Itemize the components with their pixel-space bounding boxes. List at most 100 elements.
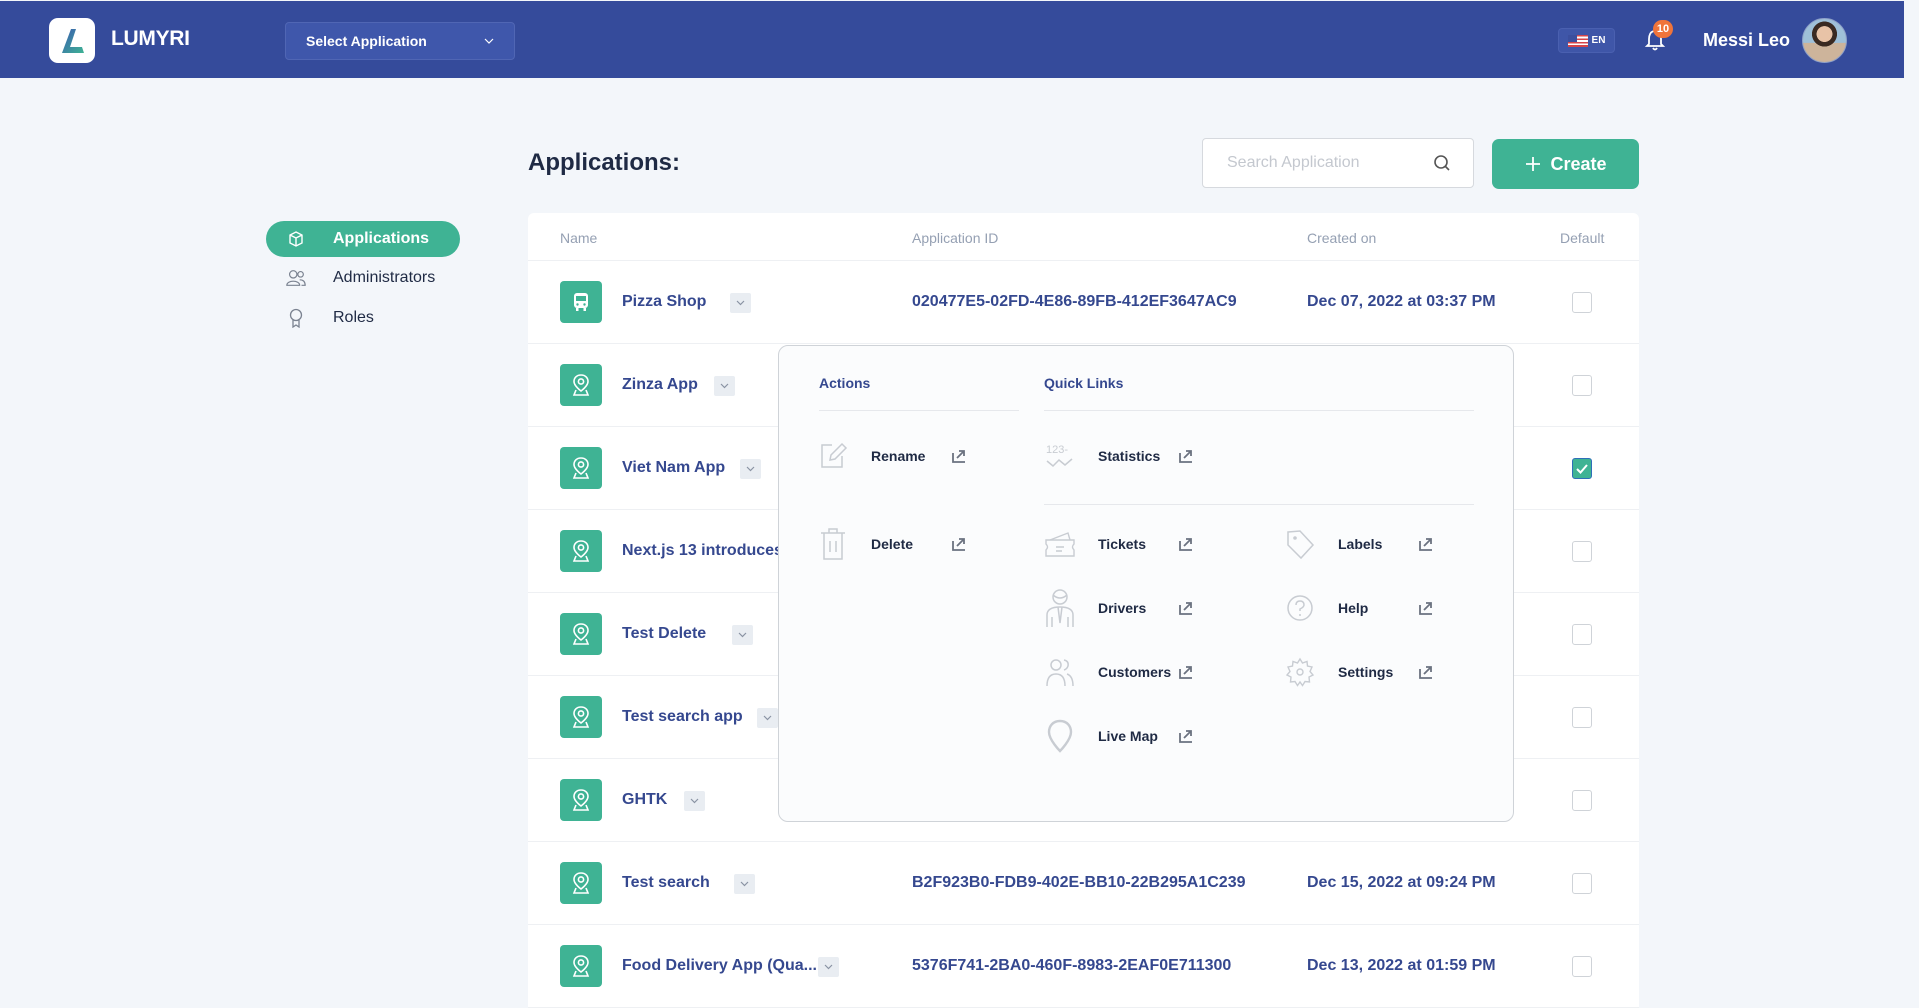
location-pin-icon — [560, 530, 602, 572]
create-button[interactable]: Create — [1492, 139, 1639, 189]
app-name-link[interactable]: Zinza App — [622, 376, 698, 394]
column-header-created-on[interactable]: Created on — [1307, 230, 1376, 246]
created-on: Dec 15, 2022 at 09:24 PM — [1307, 874, 1496, 891]
app-name-link[interactable]: GHTK — [622, 791, 667, 809]
created-on: Dec 07, 2022 at 03:37 PM — [1307, 293, 1496, 310]
quick-link-drivers[interactable]: Drivers — [1044, 588, 1204, 628]
search-input[interactable] — [1227, 154, 1427, 172]
row-menu-toggle[interactable] — [732, 625, 753, 645]
app-name-link[interactable]: Pizza Shop — [622, 293, 706, 311]
sidebar-item-applications[interactable]: Applications — [266, 221, 460, 257]
default-checkbox[interactable] — [1572, 375, 1592, 396]
row-menu-toggle[interactable] — [714, 376, 735, 396]
quick-link-tickets[interactable]: Tickets — [1044, 524, 1204, 564]
table-row[interactable]: Pizza Shop 020477E5-02FD-4E86-89FB-412EF3… — [528, 261, 1639, 344]
action-delete[interactable]: Delete — [817, 524, 977, 564]
default-checkbox[interactable] — [1572, 790, 1592, 811]
action-rename[interactable]: Rename — [817, 436, 977, 476]
external-link-icon[interactable] — [1178, 536, 1194, 552]
column-header-application-id[interactable]: Application ID — [912, 230, 998, 246]
table-row[interactable]: Test search B2F923B0-FDB9-402E-BB10-22B29… — [528, 842, 1639, 925]
chevron-down-icon — [738, 632, 747, 638]
select-application-dropdown[interactable]: Select Application — [285, 22, 515, 60]
row-menu-toggle[interactable] — [818, 957, 839, 977]
default-checkbox[interactable] — [1572, 541, 1592, 562]
external-link-icon[interactable] — [1418, 536, 1434, 552]
menu-item-label: Delete — [871, 536, 914, 552]
external-link-icon[interactable] — [951, 448, 967, 464]
app-name-link[interactable]: Test Delete — [622, 625, 706, 643]
quick-link-settings[interactable]: Settings — [1284, 652, 1444, 692]
create-button-label: Create — [1550, 153, 1607, 174]
logo[interactable] — [49, 18, 95, 63]
trash-icon — [817, 526, 849, 562]
customers-icon — [1044, 654, 1076, 690]
statistics-icon: 123- — [1044, 438, 1076, 474]
external-link-icon[interactable] — [1178, 664, 1194, 680]
sidebar-item-administrators[interactable]: Administrators — [266, 260, 460, 296]
default-checkbox[interactable] — [1572, 624, 1592, 645]
bus-icon — [560, 281, 602, 323]
location-pin-icon — [560, 779, 602, 821]
table-row[interactable]: Food Delivery App (Qua... 5376F741-2BA0-4… — [528, 925, 1639, 1008]
sidebar-item-roles[interactable]: Roles — [266, 300, 460, 336]
external-link-icon[interactable] — [951, 536, 967, 552]
default-checkbox[interactable] — [1572, 873, 1592, 894]
default-checkbox[interactable] — [1572, 292, 1592, 313]
quick-link-help[interactable]: Help — [1284, 588, 1444, 628]
default-checkbox[interactable] — [1572, 707, 1592, 728]
location-pin-icon — [560, 696, 602, 738]
notification-badge: 10 — [1653, 20, 1673, 38]
avatar[interactable] — [1802, 18, 1847, 63]
row-menu-toggle[interactable] — [684, 791, 705, 811]
external-link-icon[interactable] — [1178, 728, 1194, 744]
menu-item-label: Help — [1338, 600, 1369, 616]
select-application-value: Select Application — [306, 33, 427, 49]
menu-item-label: Labels — [1338, 536, 1383, 552]
column-header-name[interactable]: Name — [560, 230, 597, 246]
default-checkbox[interactable] — [1572, 458, 1592, 479]
user-name[interactable]: Messi Leo — [1703, 30, 1790, 51]
external-link-icon[interactable] — [1178, 448, 1194, 464]
app-name-link[interactable]: Food Delivery App (Qua... — [622, 957, 817, 975]
app-name-link[interactable]: Test search — [622, 874, 710, 892]
quick-link-live-map[interactable]: Live Map — [1044, 716, 1204, 756]
plus-icon — [1526, 157, 1541, 171]
users-icon — [285, 267, 307, 289]
quick-link-customers[interactable]: Customers — [1044, 652, 1204, 692]
application-id: B2F923B0-FDB9-402E-BB10-22B295A1C239 — [912, 874, 1246, 891]
external-link-icon[interactable] — [1418, 600, 1434, 616]
actions-divider — [819, 410, 1019, 411]
default-checkbox[interactable] — [1572, 956, 1592, 977]
app-name-link[interactable]: Next.js 13 introduces — [622, 542, 783, 560]
search-box[interactable] — [1202, 138, 1474, 188]
language-selector[interactable]: EN — [1558, 28, 1615, 53]
external-link-icon[interactable] — [1178, 600, 1194, 616]
sidebar-item-label: Roles — [333, 309, 374, 326]
search-icon[interactable] — [1433, 154, 1451, 172]
svg-text:123-: 123- — [1046, 444, 1068, 456]
quick-links-section-title: Quick Links — [1044, 375, 1124, 391]
award-icon — [285, 307, 307, 329]
sidebar-item-label: Applications — [333, 230, 430, 247]
external-link-icon[interactable] — [1418, 664, 1434, 680]
ticket-icon — [1044, 526, 1076, 562]
check-icon — [1575, 463, 1589, 475]
menu-item-label: Drivers — [1098, 600, 1147, 616]
quick-links-divider-2 — [1044, 504, 1474, 505]
help-icon — [1284, 590, 1316, 626]
app-name-link[interactable]: Viet Nam App — [622, 459, 725, 477]
app-name-link[interactable]: Test search app — [622, 708, 743, 726]
row-menu-toggle[interactable] — [740, 459, 761, 479]
location-pin-icon — [560, 364, 602, 406]
quick-link-labels[interactable]: Labels — [1284, 524, 1444, 564]
row-menu-toggle[interactable] — [734, 874, 755, 894]
menu-item-label: Tickets — [1098, 536, 1146, 552]
row-menu-toggle[interactable] — [757, 708, 778, 728]
us-flag-icon — [1567, 34, 1588, 47]
map-pin-icon — [1044, 718, 1076, 754]
page-title: Applications: — [528, 149, 681, 176]
quick-link-statistics[interactable]: 123- Statistics — [1044, 436, 1204, 476]
row-menu-toggle[interactable] — [730, 293, 751, 313]
column-header-default[interactable]: Default — [1560, 230, 1604, 246]
